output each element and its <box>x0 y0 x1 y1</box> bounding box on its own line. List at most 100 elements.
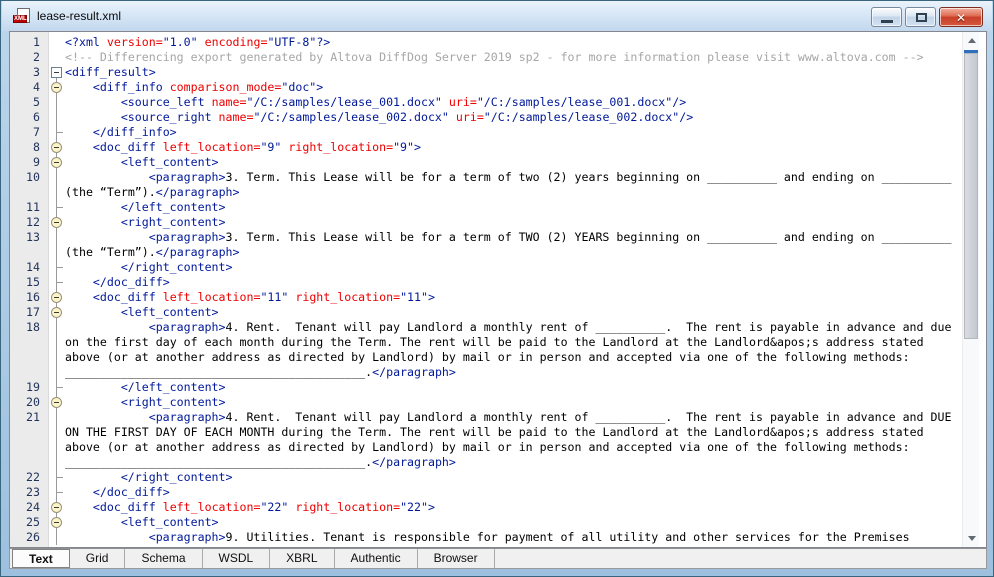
minimize-button[interactable] <box>871 7 902 27</box>
tab-authentic[interactable]: Authentic <box>335 549 418 568</box>
code-text[interactable]: <left_content> <box>65 155 962 170</box>
line-number: 1 <box>10 35 49 50</box>
code-line: 7</diff_info> <box>10 125 962 140</box>
code-text[interactable]: above (or at another address as directed… <box>65 440 962 455</box>
fold-margin <box>49 455 65 470</box>
fold-collapse-icon[interactable] <box>51 157 62 168</box>
fold-margin <box>49 305 65 320</box>
code-text[interactable]: </right_content> <box>65 470 962 485</box>
fold-margin <box>49 65 65 80</box>
tab-xbrl[interactable]: XBRL <box>270 549 334 568</box>
line-number: 26 <box>10 530 49 545</box>
code-line: 1 <?xml version="1.0" encoding="UTF-8"?> <box>10 35 962 50</box>
code-text[interactable]: <doc_diff left_location="22" right_locat… <box>65 500 962 515</box>
maximize-button[interactable] <box>905 7 936 27</box>
fold-structure-line <box>56 110 57 125</box>
fold-margin <box>49 50 65 65</box>
code-text[interactable]: <left_content> <box>65 305 962 320</box>
xml-badge: XML <box>13 15 27 23</box>
close-button[interactable]: ✕ <box>939 7 983 27</box>
line-number <box>10 425 49 440</box>
code-text[interactable]: <diff_info comparison_mode="doc"> <box>65 80 962 95</box>
fold-margin <box>49 440 65 455</box>
tab-wsdl[interactable]: WSDL <box>203 549 271 568</box>
fold-structure-line <box>56 185 57 200</box>
code-text[interactable]: </diff_info> <box>65 125 962 140</box>
fold-end-tick <box>56 132 63 133</box>
fold-structure-line <box>56 425 57 440</box>
fold-collapse-icon[interactable] <box>51 217 62 228</box>
code-text[interactable]: ________________________________________… <box>65 365 962 380</box>
code-text[interactable]: <doc_diff left_location="9" right_locati… <box>65 140 962 155</box>
code-text[interactable]: </doc_diff> <box>65 275 962 290</box>
fold-collapse-icon[interactable] <box>51 502 62 513</box>
scrollbar-up-button[interactable] <box>963 32 980 49</box>
fold-collapse-icon[interactable] <box>51 67 62 78</box>
scrollbar-down-button[interactable] <box>963 530 980 547</box>
fold-collapse-icon[interactable] <box>51 82 62 93</box>
fold-margin <box>49 125 65 140</box>
code-line: ________________________________________… <box>10 455 962 470</box>
view-tab-bar: TextGridSchemaWSDLXBRLAuthenticBrowser <box>9 548 987 569</box>
code-text[interactable]: <?xml version="1.0" encoding="UTF-8"?> <box>65 35 962 50</box>
line-number: 17 <box>10 305 49 320</box>
window-title: lease-result.xml <box>37 9 121 23</box>
code-line: 26 <paragraph>9. Utilities. Tenant is res… <box>10 530 962 545</box>
text-editor[interactable]: 1 <?xml version="1.0" encoding="UTF-8"?> 2… <box>9 31 987 548</box>
code-text[interactable]: </left_content> <box>65 200 962 215</box>
code-text[interactable]: (the “Term”).</paragraph> <box>65 185 962 200</box>
fold-margin <box>49 155 65 170</box>
vertical-scrollbar[interactable] <box>962 32 979 547</box>
tab-schema[interactable]: Schema <box>125 549 202 568</box>
fold-margin <box>49 140 65 155</box>
line-number: 3 <box>10 65 49 80</box>
code-text[interactable]: <paragraph>3. Term. This Lease will be f… <box>65 170 962 185</box>
code-text[interactable]: <source_left name="/C:/samples/lease_001… <box>65 95 962 110</box>
code-text[interactable]: <source_right name="/C:/samples/lease_00… <box>65 110 962 125</box>
code-text[interactable]: on the first day of each month during th… <box>65 335 962 350</box>
code-text[interactable]: <right_content> <box>65 395 962 410</box>
code-text[interactable]: <paragraph>9. Utilities. Tenant is respo… <box>65 530 962 545</box>
fold-margin <box>49 230 65 245</box>
fold-collapse-icon[interactable] <box>51 142 62 153</box>
code-text[interactable]: ________________________________________… <box>65 455 962 470</box>
minimize-icon <box>881 20 893 23</box>
fold-margin <box>49 470 65 485</box>
code-text[interactable]: <paragraph>4. Rent. Tenant will pay Land… <box>65 410 962 425</box>
tab-browser[interactable]: Browser <box>418 549 495 568</box>
scrollbar-thumb[interactable] <box>964 53 978 339</box>
code-text[interactable]: <!-- Differencing export generated by Al… <box>65 50 962 65</box>
line-number: 5 <box>10 95 49 110</box>
code-text[interactable]: </right_content> <box>65 260 962 275</box>
fold-margin <box>49 260 65 275</box>
tab-text[interactable]: Text <box>12 549 70 568</box>
code-text[interactable]: <left_content> <box>65 515 962 530</box>
code-text[interactable]: <diff_result> <box>65 65 962 80</box>
code-text[interactable]: <paragraph>3. Term. This Lease will be f… <box>65 230 962 245</box>
title-bar[interactable]: XML lease-result.xml ✕ <box>2 1 992 31</box>
line-number: 25 <box>10 515 49 530</box>
code-line: 24<doc_diff left_location="22" right_loc… <box>10 500 962 515</box>
line-number: 12 <box>10 215 49 230</box>
code-text[interactable]: </doc_diff> <box>65 485 962 500</box>
code-text[interactable]: </left_content> <box>65 380 962 395</box>
code-text[interactable]: <doc_diff left_location="11" right_locat… <box>65 290 962 305</box>
fold-collapse-icon[interactable] <box>51 292 62 303</box>
code-line: 4<diff_info comparison_mode="doc"> <box>10 80 962 95</box>
fold-structure-line <box>56 455 57 470</box>
fold-collapse-icon[interactable] <box>51 397 62 408</box>
fold-structure-line <box>56 335 57 350</box>
fold-end-tick <box>56 477 63 478</box>
code-text[interactable]: above (or at another address as directed… <box>65 350 962 365</box>
code-line: 23</doc_diff> <box>10 485 962 500</box>
code-text[interactable]: <right_content> <box>65 215 962 230</box>
fold-structure-line <box>56 230 57 245</box>
fold-margin <box>49 35 65 50</box>
fold-collapse-icon[interactable] <box>51 517 62 528</box>
code-text[interactable]: ON THE FIRST DAY OF EACH MONTH during th… <box>65 425 962 440</box>
line-number: 10 <box>10 170 49 185</box>
code-text[interactable]: (the “Term”).</paragraph> <box>65 245 962 260</box>
fold-collapse-icon[interactable] <box>51 307 62 318</box>
tab-grid[interactable]: Grid <box>70 549 126 568</box>
code-text[interactable]: <paragraph>4. Rent. Tenant will pay Land… <box>65 320 962 335</box>
